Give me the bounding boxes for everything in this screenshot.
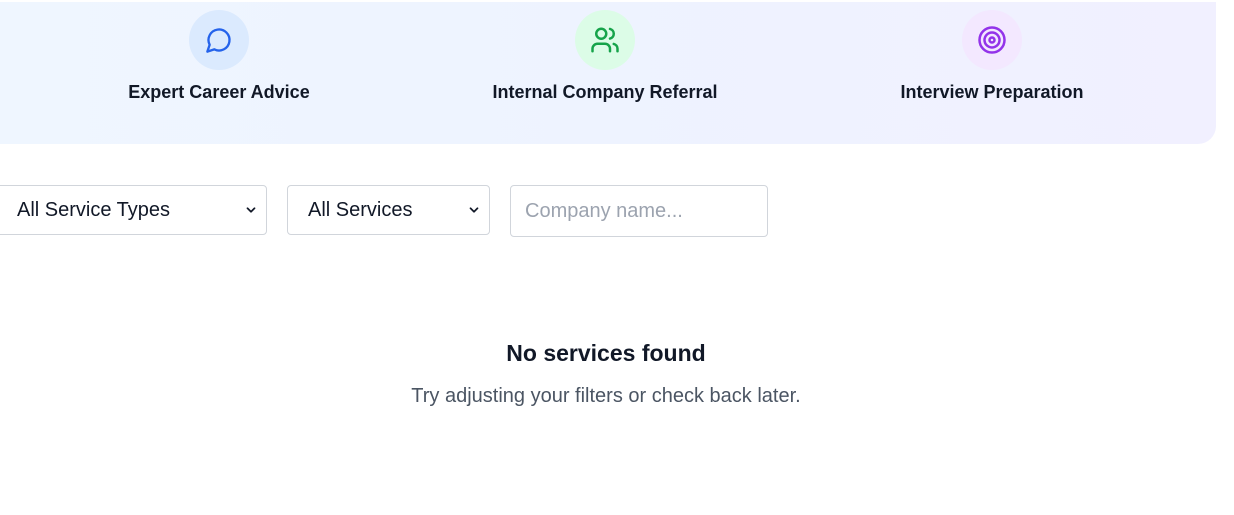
services-page: Expert Career Advice Internal Company Re… — [0, 0, 1234, 515]
empty-state-title: No services found — [506, 340, 706, 366]
service-type-selected: All Service Types — [17, 198, 171, 221]
feature-label: Interview Preparation — [900, 82, 1084, 102]
chevron-down-icon — [246, 207, 256, 213]
chevron-down-icon — [469, 207, 479, 213]
service-selected: All Services — [308, 198, 413, 221]
empty-state-subtitle: Try adjusting your filters or check back… — [411, 385, 801, 407]
feature-interview-prep: Interview Preparation — [842, 10, 1142, 103]
company-name-input[interactable] — [510, 185, 768, 237]
chat-bubble-icon — [189, 10, 249, 70]
service-type-select[interactable]: All Service Types — [0, 185, 267, 235]
feature-company-referral: Internal Company Referral — [455, 10, 755, 103]
feature-label: Internal Company Referral — [492, 82, 718, 102]
users-icon — [575, 10, 635, 70]
service-select[interactable]: All Services — [287, 185, 490, 235]
target-icon — [962, 10, 1022, 70]
feature-career-advice: Expert Career Advice — [69, 10, 369, 103]
feature-label: Expert Career Advice — [128, 82, 310, 102]
